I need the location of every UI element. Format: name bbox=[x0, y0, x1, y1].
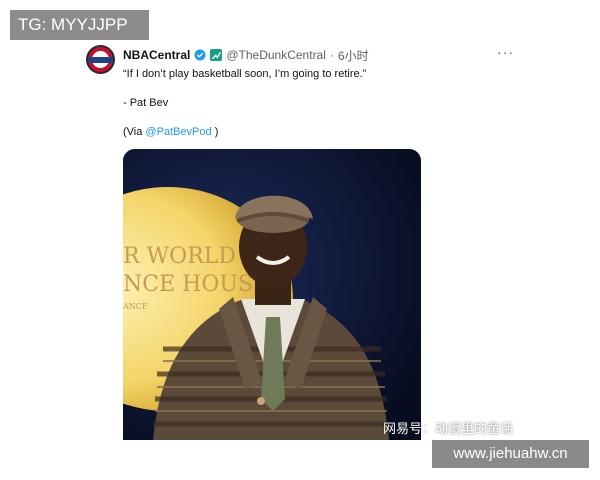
tweet-header: NBACentral @TheDunkCentral · 6小时 bbox=[123, 46, 369, 64]
via-prefix: (Via bbox=[123, 126, 146, 138]
mention-link[interactable]: @PatBevPod bbox=[145, 126, 211, 138]
poster-text-2: NCE HOUSE bbox=[123, 272, 269, 297]
watermark-text: 网易号：动漫里的童话 bbox=[383, 421, 514, 436]
handle[interactable]: @TheDunkCentral bbox=[226, 48, 326, 62]
tweet-media-photo[interactable]: R WORLD NCE HOUSE ANCE bbox=[123, 149, 421, 440]
separator: · bbox=[329, 48, 334, 62]
display-name[interactable]: NBACentral bbox=[123, 48, 190, 62]
tweet-text: “If I don’t play basketball soon, I’m go… bbox=[123, 67, 503, 154]
more-icon[interactable]: ··· bbox=[497, 44, 514, 60]
photo-illustration: R WORLD NCE HOUSE ANCE bbox=[123, 149, 421, 440]
affiliate-icon bbox=[210, 49, 223, 61]
attribution-line: - Pat Bev bbox=[123, 97, 169, 109]
via-line: (Via @PatBevPod ) bbox=[123, 125, 503, 139]
quote-line: “If I don’t play basketball soon, I’m go… bbox=[123, 68, 367, 80]
poster-text-3: ANCE bbox=[123, 302, 148, 311]
site-url-banner: www.jiehuahw.cn bbox=[432, 440, 589, 468]
timestamp[interactable]: 6小时 bbox=[338, 47, 369, 64]
tweet-card[interactable]: NBACentral @TheDunkCentral · 6小时 ··· “If… bbox=[86, 40, 526, 440]
poster-text-1: R WORLD bbox=[123, 244, 236, 269]
tg-badge: TG: MYYJJPP bbox=[10, 10, 149, 40]
verified-badge-icon bbox=[194, 49, 206, 61]
via-suffix: ) bbox=[211, 126, 219, 138]
avatar[interactable] bbox=[86, 45, 115, 74]
